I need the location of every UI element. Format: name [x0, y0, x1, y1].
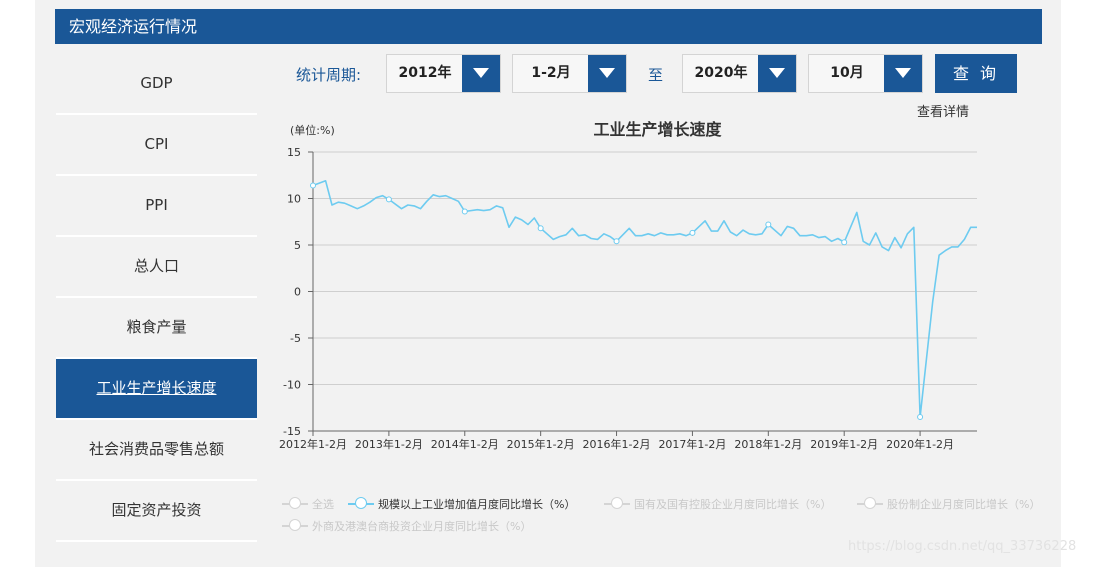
x-tick-label: 2015年1-2月 — [507, 437, 575, 451]
data-point — [613, 238, 620, 245]
legend-item[interactable]: 全选 — [282, 496, 334, 512]
x-tick-label: 2018年1-2月 — [734, 437, 802, 451]
data-point — [689, 229, 696, 236]
data-point — [765, 221, 772, 228]
y-tick-label: -10 — [283, 379, 301, 392]
x-tick-label: 2012年1-2月 — [279, 437, 347, 451]
legend-label: 外商及港澳台商投资企业月度同比增长（%） — [312, 520, 532, 533]
data-point — [841, 239, 848, 246]
legend-item[interactable]: 规模以上工业增加值月度同比增长（%） — [348, 496, 575, 512]
line-chart: 15 10 5 0 -5 -10 -152012年1-2月 2013年1-2月 2014年1-2… — [279, 146, 977, 451]
y-tick-label: 10 — [287, 193, 301, 206]
x-tick-label: 2017年1-2月 — [658, 437, 726, 451]
watermark-text: https://blog.csdn.net/qq_33736228 — [848, 539, 1077, 554]
y-tick-label: 0 — [294, 286, 301, 299]
y-tick-label: 5 — [294, 239, 301, 252]
series-line — [312, 180, 977, 418]
legend-label: 规模以上工业增加值月度同比增长（%） — [378, 498, 576, 511]
y-tick-label: -15 — [283, 425, 301, 438]
x-tick-label: 2019年1-2月 — [810, 437, 878, 451]
data-point — [537, 225, 544, 232]
legend-item[interactable]: 股份制企业月度同比增长（%） — [857, 496, 1040, 512]
x-tick-label: 2014年1-2月 — [431, 437, 499, 451]
data-point — [310, 182, 316, 189]
legend-marker-icon — [282, 519, 308, 533]
legend-label: 股份制企业月度同比增长（%） — [887, 498, 1041, 511]
data-point — [917, 414, 924, 421]
x-tick-label: 2013年1-2月 — [355, 437, 423, 451]
data-point — [461, 208, 468, 215]
x-tick-label: 2016年1-2月 — [583, 437, 651, 451]
y-tick-label: -5 — [290, 332, 301, 345]
legend-label: 国有及国有控股企业月度同比增长（%） — [634, 498, 832, 511]
legend-marker-icon — [604, 497, 630, 511]
legend-marker-icon — [857, 497, 883, 511]
data-point — [385, 196, 392, 203]
legend-label: 全选 — [312, 498, 334, 511]
legend-marker-icon — [282, 497, 308, 511]
y-tick-label: 15 — [287, 146, 301, 159]
legend-marker-icon — [348, 497, 374, 511]
legend-item[interactable]: 国有及国有控股企业月度同比增长（%） — [604, 496, 831, 512]
legend-item[interactable]: 外商及港澳台商投资企业月度同比增长（%） — [282, 518, 531, 534]
x-tick-label: 2020年1-2月 — [886, 437, 954, 451]
